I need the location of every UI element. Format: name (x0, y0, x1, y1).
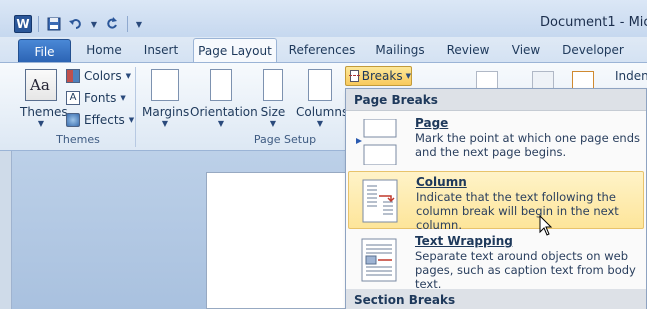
tab-page-layout[interactable]: Page Layout (193, 38, 277, 62)
chevron-down-icon: ▼ (269, 119, 277, 128)
page-break-icon (356, 118, 400, 166)
tab-review[interactable]: Review (440, 38, 496, 62)
chevron-down-icon: ▼ (405, 72, 411, 80)
columns-button[interactable]: Columns ▼ (296, 69, 348, 128)
text-wrapping-description: Separate text around objects on web page… (415, 249, 636, 291)
customize-qat-icon[interactable]: ▼ (134, 15, 144, 33)
breaks-dropdown-menu: Page Breaks Page Mark the point at which… (345, 88, 647, 309)
column-break-description: Indicate that the text following the col… (416, 190, 619, 232)
ribbon-tabs: File Home Insert Page Layout References … (0, 37, 647, 62)
chevron-down-icon: ▼ (217, 119, 225, 128)
breaks-icon (349, 70, 360, 82)
tab-developer[interactable]: Developer (558, 38, 628, 62)
group-separator (135, 67, 136, 147)
quick-access-toolbar: W ▼ ▼ (14, 15, 144, 33)
mouse-cursor-icon (539, 214, 553, 237)
word-app-icon[interactable]: W (14, 15, 32, 33)
orientation-icon (210, 69, 232, 101)
text-wrapping-title: Text Wrapping (415, 234, 513, 248)
orientation-button[interactable]: Orientation ▼ (190, 69, 258, 128)
colors-button[interactable]: Colors ▼ (66, 69, 131, 83)
fonts-button[interactable]: A Fonts ▼ (66, 91, 126, 105)
tab-file[interactable]: File (18, 39, 71, 62)
redo-icon[interactable] (103, 15, 121, 33)
page-breaks-header: Page Breaks (346, 89, 646, 111)
tab-insert[interactable]: Insert (136, 38, 186, 62)
tab-view[interactable]: View (504, 38, 548, 62)
title-bar: W ▼ ▼ Document1 - Micro (0, 0, 647, 37)
menu-item-page-break[interactable]: Page Mark the point at which one page en… (348, 113, 644, 171)
qat-separator (38, 16, 39, 32)
indent-label: Inden (615, 69, 647, 83)
size-button[interactable]: Size ▼ (258, 69, 288, 128)
column-break-icon (357, 178, 401, 224)
themes-button[interactable]: Aa Themes ▼ (20, 69, 68, 128)
page-break-title: Page (415, 116, 449, 130)
tab-mailings[interactable]: Mailings (368, 38, 432, 62)
effects-button[interactable]: Effects ▼ (66, 113, 134, 127)
save-icon[interactable] (45, 15, 63, 33)
effects-icon (66, 113, 80, 127)
text-wrapping-icon (356, 237, 400, 283)
margins-icon (151, 69, 179, 101)
columns-icon (308, 69, 332, 101)
themes-group-label: Themes (56, 133, 100, 146)
tab-references[interactable]: References (284, 38, 360, 62)
section-breaks-header: Section Breaks (346, 289, 646, 309)
margins-button[interactable]: Margins ▼ (142, 69, 189, 128)
page-setup-group-label: Page Setup (253, 133, 317, 146)
undo-dropdown-icon[interactable]: ▼ (89, 15, 99, 33)
breaks-button[interactable]: Breaks ▼ (345, 66, 412, 86)
chevron-down-icon: ▼ (161, 119, 169, 128)
size-icon (263, 69, 283, 101)
fonts-icon: A (66, 91, 80, 105)
menu-item-column-break[interactable]: Column Indicate that the text following … (348, 171, 644, 232)
page-break-description: Mark the point at which one page ends an… (415, 131, 640, 159)
vertical-ruler (0, 151, 12, 309)
menu-item-text-wrapping[interactable]: Text Wrapping Separate text around objec… (348, 231, 644, 291)
document-page[interactable] (206, 172, 366, 309)
tab-home[interactable]: Home (80, 38, 128, 62)
chevron-down-icon: ▼ (37, 119, 45, 128)
themes-icon: Aa (25, 69, 57, 101)
window-title: Document1 - Micro (540, 15, 647, 30)
column-break-title: Column (416, 175, 467, 189)
qat-separator (127, 16, 128, 32)
colors-icon (66, 69, 80, 83)
chevron-down-icon: ▼ (316, 119, 324, 128)
chevron-down-icon: ▼ (120, 94, 126, 102)
undo-icon[interactable] (67, 15, 85, 33)
chevron-down-icon: ▼ (125, 72, 131, 80)
chevron-down-icon: ▼ (128, 116, 135, 124)
